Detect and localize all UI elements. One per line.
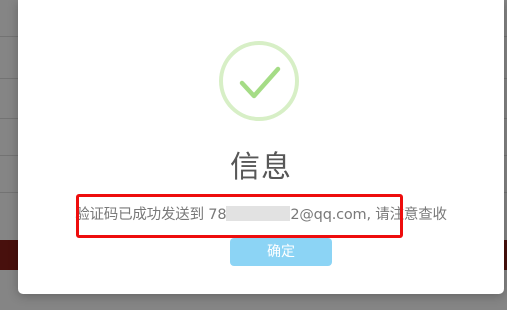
checkmark-success-icon <box>219 41 299 121</box>
confirm-button[interactable]: 确定 <box>230 238 332 266</box>
highlight-annotation-box <box>76 194 403 238</box>
dialog-title: 信息 <box>230 150 292 185</box>
info-dialog: 信息 验证码已成功发送到 78 2@qq.com, 请注意查收 确定 <box>18 0 504 294</box>
